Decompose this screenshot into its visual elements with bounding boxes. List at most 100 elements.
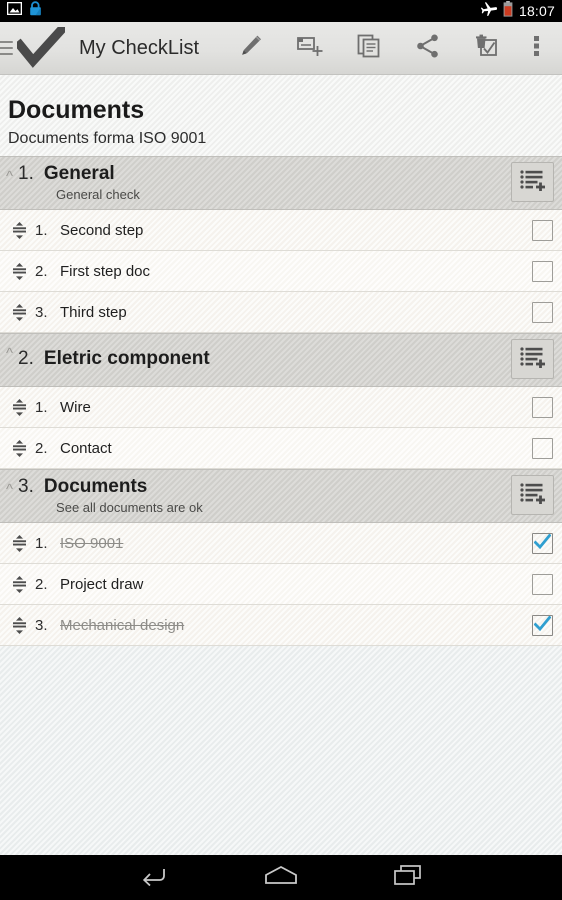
add-list-item-button[interactable]: [511, 339, 554, 380]
drag-handle-icon[interactable]: [10, 303, 28, 321]
checklist-item-row[interactable]: 1. Second step: [0, 210, 562, 252]
group-header[interactable]: ^ 3. Documents See all documents are ok: [0, 469, 562, 524]
group-texts: 1. General General check: [18, 163, 503, 202]
group-index: 1.: [18, 162, 34, 184]
duplicate-button[interactable]: [339, 22, 398, 75]
app-bar: My CheckList: [0, 22, 562, 75]
app-bar-toolbar: [221, 22, 558, 75]
home-icon: [264, 865, 298, 890]
checkmark-logo: [17, 27, 65, 69]
app-title: My CheckList: [79, 36, 200, 59]
group-subtitle: See all documents are ok: [56, 499, 203, 515]
item-label: Third step: [60, 303, 127, 321]
recents-icon: [393, 864, 423, 891]
copy-icon: [356, 33, 382, 64]
delete-checked-button[interactable]: [457, 22, 516, 75]
item-index: 1.: [35, 221, 48, 239]
checklist-item-row[interactable]: 3. Mechanical design: [0, 605, 562, 647]
item-label: ISO 9001: [60, 534, 124, 552]
chevron-up-icon[interactable]: ^: [6, 346, 13, 361]
checklist-item-row[interactable]: 2. Contact: [0, 428, 562, 470]
add-list-item-icon: [519, 346, 546, 373]
item-label: Mechanical design: [60, 616, 185, 634]
drag-handle-icon[interactable]: [10, 534, 28, 552]
group-header[interactable]: ^ 1. General General check: [0, 156, 562, 211]
navigation-bar: [0, 855, 562, 900]
trash-checklist-icon: [473, 32, 501, 65]
group-title-line: 1. General: [18, 163, 503, 185]
android-screen: 18:07 My CheckList Documents Documents f…: [0, 0, 562, 900]
item-checkbox[interactable]: [532, 260, 553, 282]
page-subtitle: Documents forma ISO 9001: [8, 130, 207, 148]
nav-back-button[interactable]: [124, 855, 184, 900]
drag-handle-icon[interactable]: [10, 221, 28, 239]
drag-handle-icon[interactable]: [10, 398, 28, 416]
group-name: General: [43, 162, 115, 184]
item-label: First step doc: [60, 262, 151, 280]
status-bar-right-icons: 18:07: [480, 0, 555, 22]
group-index: 3.: [18, 475, 34, 497]
document-header: Documents Documents forma ISO 9001: [0, 75, 562, 156]
checklist-item-row[interactable]: 2. Project draw: [0, 564, 562, 606]
group-name: Eletric component: [43, 348, 210, 370]
more-vertical-icon: [534, 34, 540, 63]
add-list-item-button[interactable]: [511, 475, 554, 516]
group-name: Documents: [43, 475, 148, 497]
checklist-item-row[interactable]: 3. Third step: [0, 292, 562, 334]
item-index: 2.: [35, 262, 48, 280]
group-index: 2.: [18, 348, 34, 370]
share-button[interactable]: [398, 22, 457, 75]
back-icon: [139, 864, 169, 891]
item-index: 3.: [35, 303, 48, 321]
pencil-icon: [238, 33, 264, 64]
chevron-up-icon[interactable]: ^: [6, 482, 13, 497]
item-index: 1.: [35, 534, 48, 552]
drag-handle-icon[interactable]: [10, 439, 28, 457]
checklist-groups: ^ 1. General General check 1. Second ste…: [0, 156, 562, 647]
chevron-up-icon[interactable]: ^: [6, 169, 13, 184]
share-icon: [415, 33, 441, 64]
group-title-line: 3. Documents: [18, 476, 503, 498]
drag-handle-icon[interactable]: [10, 575, 28, 593]
group-header[interactable]: ^ 2. Eletric component: [0, 333, 562, 388]
item-checkbox[interactable]: [532, 219, 553, 241]
drag-handle-icon[interactable]: [10, 616, 28, 634]
add-list-item-button[interactable]: [511, 162, 554, 203]
status-bar-clock: 18:07: [518, 3, 555, 19]
item-checkbox[interactable]: [532, 532, 553, 554]
screenshot-icon: [6, 1, 23, 20]
item-checkbox[interactable]: [532, 301, 553, 323]
nav-home-button[interactable]: [251, 855, 311, 900]
checklist-item-row[interactable]: 1. ISO 9001: [0, 523, 562, 565]
overflow-menu-button[interactable]: [516, 22, 558, 75]
group-subtitle: General check: [56, 186, 140, 202]
item-label: Second step: [60, 221, 144, 239]
item-index: 2.: [35, 439, 48, 457]
drag-handle-icon[interactable]: [10, 262, 28, 280]
item-label: Wire: [60, 398, 91, 416]
item-checkbox[interactable]: [532, 614, 553, 636]
page-title: Documents: [8, 96, 145, 124]
item-index: 3.: [35, 616, 48, 634]
item-checkbox[interactable]: [532, 573, 553, 595]
item-checkbox[interactable]: [532, 396, 553, 418]
edit-button[interactable]: [221, 22, 280, 75]
item-checkbox[interactable]: [532, 437, 553, 459]
group-texts: 2. Eletric component: [18, 348, 503, 370]
item-label: Contact: [60, 439, 112, 457]
add-list-item-icon: [519, 169, 546, 196]
item-label: Project draw: [60, 575, 144, 593]
add-group-button[interactable]: [280, 22, 339, 75]
lock-icon: [29, 1, 42, 21]
add-note-icon: [296, 33, 324, 64]
item-index: 2.: [35, 575, 48, 593]
nav-recents-button[interactable]: [378, 855, 438, 900]
checklist-content: Documents Documents forma ISO 9001 ^ 1. …: [0, 75, 562, 855]
group-texts: 3. Documents See all documents are ok: [18, 476, 503, 515]
group-title-line: 2. Eletric component: [18, 348, 503, 370]
checklist-item-row[interactable]: 1. Wire: [0, 387, 562, 429]
hamburger-icon[interactable]: [0, 41, 13, 55]
status-bar-left-icons: [6, 1, 42, 21]
item-index: 1.: [35, 398, 48, 416]
checklist-item-row[interactable]: 2. First step doc: [0, 251, 562, 293]
